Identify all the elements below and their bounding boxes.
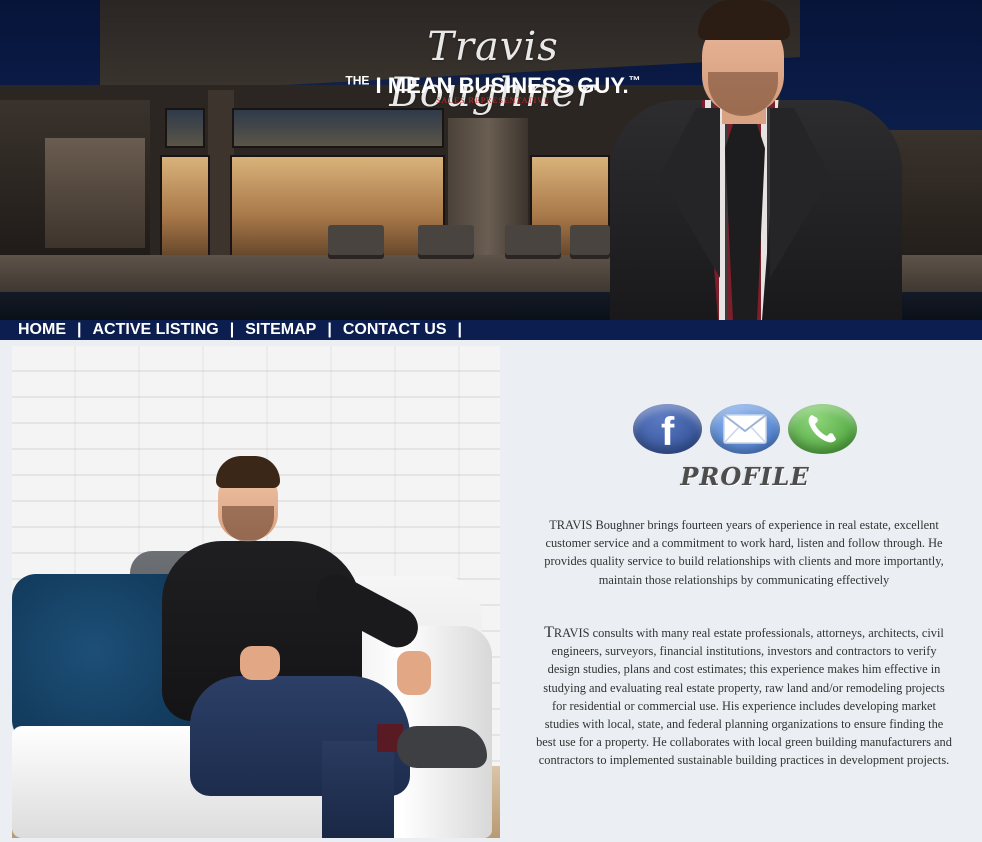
house-wall-box	[45, 138, 145, 248]
email-button[interactable]	[710, 404, 780, 454]
person-hand	[397, 651, 431, 695]
nav-separator: |	[229, 321, 235, 338]
person-shoe	[397, 726, 487, 768]
person-hair	[216, 456, 280, 488]
patio-chair	[328, 225, 384, 255]
dropcap-letter: T	[544, 624, 554, 641]
profile-photo	[12, 346, 500, 838]
profile-section: f PROFILE TRAVIS Boughner brings fourtee…	[0, 340, 982, 842]
portrait-hair	[698, 0, 790, 40]
patio-chair	[418, 225, 474, 255]
logo-tagline-the: THE	[345, 73, 370, 88]
hero-banner: Travis Boughner THE I MEAN BUSINESS GUY.…	[0, 0, 982, 320]
profile-paragraph-2-text: RAVIS consults with many real estate pro…	[536, 626, 952, 768]
house-upper-window	[165, 108, 205, 148]
nav-sitemap[interactable]: SITEMAP	[245, 321, 316, 339]
nav-active-listing[interactable]: ACTIVE LISTING	[92, 321, 218, 339]
logo-tagline-main: I MEAN BUSINESS GUY.	[375, 73, 629, 98]
nav-separator: |	[457, 321, 462, 338]
person-hand	[240, 646, 280, 680]
phone-icon	[808, 415, 837, 443]
house-glass-door	[160, 155, 210, 265]
patio-chair	[505, 225, 561, 255]
nav-home[interactable]: HOME	[18, 321, 66, 339]
profile-heading: PROFILE	[680, 462, 810, 491]
hero-portrait	[600, 0, 910, 320]
nav-separator: |	[327, 321, 332, 338]
main-nav: HOME | ACTIVE LISTING | SITEMAP | CONTAC…	[0, 320, 982, 340]
social-links: f	[633, 404, 857, 454]
person-leg	[322, 741, 394, 838]
profile-paragraph-2: TRAVIS consults with many real estate pr…	[536, 624, 952, 770]
email-icon	[723, 414, 767, 444]
person-beard	[222, 506, 274, 542]
facebook-icon: f	[661, 410, 675, 454]
facebook-button[interactable]: f	[633, 404, 703, 454]
phone-button[interactable]	[787, 404, 857, 454]
nav-contact-us[interactable]: CONTACT US	[343, 321, 447, 339]
nav-separator: |	[77, 321, 82, 338]
profile-paragraph-1: TRAVIS Boughner brings fourteen years of…	[544, 518, 944, 587]
